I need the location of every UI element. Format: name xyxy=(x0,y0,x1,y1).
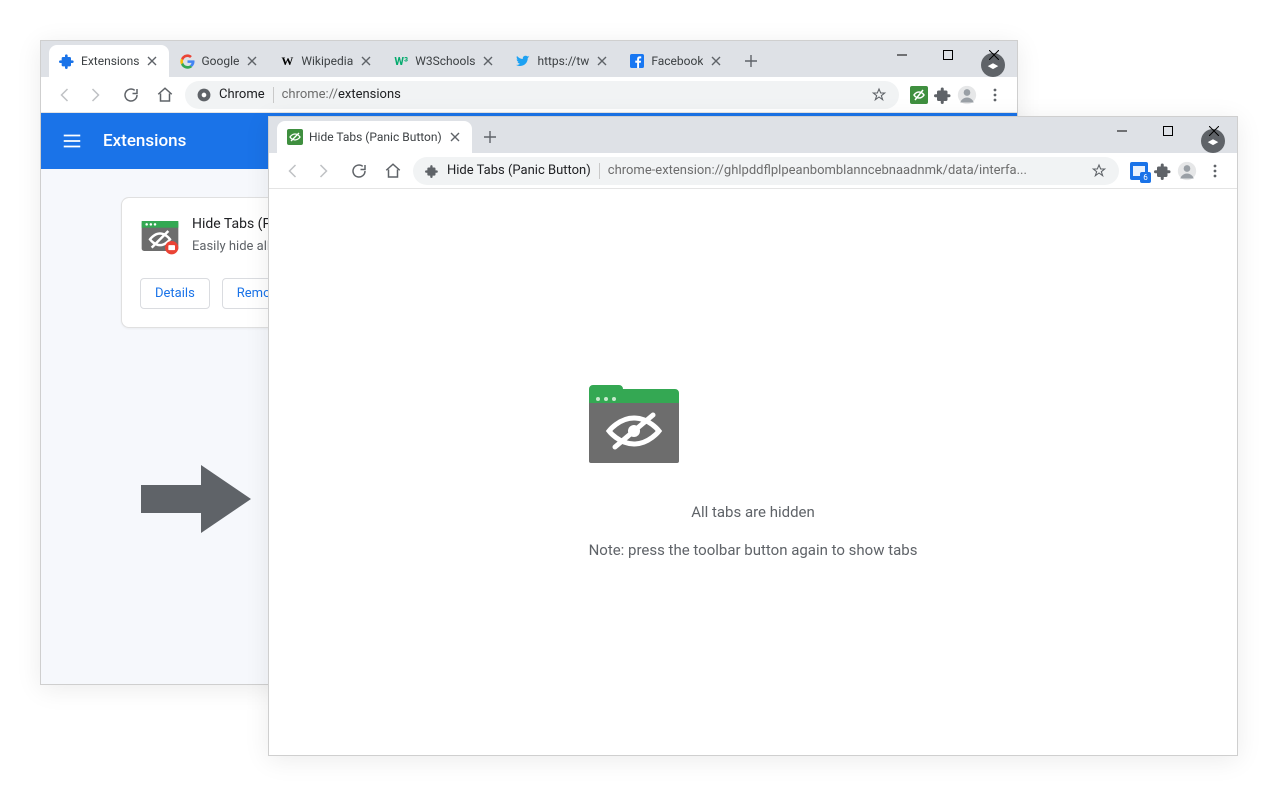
details-button[interactable]: Details xyxy=(140,278,210,309)
profile-avatar-icon[interactable] xyxy=(1177,161,1197,181)
tab-close-icon[interactable] xyxy=(595,54,609,68)
forward-button[interactable] xyxy=(311,157,339,185)
page-title: Extensions xyxy=(103,131,186,151)
arrow-right-icon xyxy=(141,459,251,539)
puzzle-icon xyxy=(59,53,75,69)
back-button[interactable] xyxy=(277,157,305,185)
separator xyxy=(599,163,600,179)
tab-close-icon[interactable] xyxy=(481,54,495,68)
toolbar: Chrome chrome://extensions xyxy=(41,77,1017,113)
address-url: chrome-extension://ghlpddflplpeanbomblan… xyxy=(608,163,1027,178)
reload-button[interactable] xyxy=(117,81,145,109)
extensions-puzzle-icon[interactable] xyxy=(933,85,953,105)
hide-tabs-extension-icon[interactable] xyxy=(1129,161,1149,181)
toolbar: Hide Tabs (Panic Button) chrome-extensio… xyxy=(269,153,1237,189)
tab-facebook[interactable]: Facebook xyxy=(619,45,733,77)
chrome-icon xyxy=(197,88,211,102)
twitter-icon xyxy=(515,53,531,69)
maximize-button[interactable] xyxy=(1145,117,1191,145)
hide-tabs-extension-icon[interactable] xyxy=(909,85,929,105)
menu-button[interactable] xyxy=(1201,157,1229,185)
minimize-button[interactable] xyxy=(1099,117,1145,145)
tab-title: Wikipedia xyxy=(301,54,353,68)
separator xyxy=(273,87,274,103)
tab-google[interactable]: Google xyxy=(169,45,269,77)
extension-card-icon xyxy=(140,216,176,252)
toolbar-extensions xyxy=(1129,157,1229,185)
profile-avatar-icon[interactable] xyxy=(957,85,977,105)
reload-button[interactable] xyxy=(345,157,373,185)
tabstrip: Extensions Google W Wikipedia W³ W3Schoo… xyxy=(49,41,973,77)
tab-title: Facebook xyxy=(651,54,703,68)
maximize-button[interactable] xyxy=(925,41,971,69)
close-button[interactable] xyxy=(1191,117,1237,145)
tab-extensions[interactable]: Extensions xyxy=(49,45,169,77)
google-icon xyxy=(179,53,195,69)
titlebar: Hide Tabs (Panic Button) xyxy=(269,117,1237,153)
extension-puzzle-icon xyxy=(425,164,439,178)
tab-close-icon[interactable] xyxy=(145,54,159,68)
menu-button[interactable] xyxy=(981,81,1009,109)
home-button[interactable] xyxy=(151,81,179,109)
forward-button[interactable] xyxy=(83,81,111,109)
bookmark-star-icon[interactable] xyxy=(1091,163,1107,179)
hide-tabs-large-icon xyxy=(589,385,918,463)
minimize-button[interactable] xyxy=(879,41,925,69)
tab-close-icon[interactable] xyxy=(448,130,462,144)
window-controls xyxy=(879,41,1017,69)
facebook-icon xyxy=(629,53,645,69)
toolbar-extensions xyxy=(909,81,1009,109)
browser-window-hide-tabs: Hide Tabs (Panic Button) Hide Tabs (Pani… xyxy=(268,116,1238,756)
bookmark-star-icon[interactable] xyxy=(871,87,887,103)
window-controls xyxy=(1099,117,1237,145)
new-tab-button[interactable] xyxy=(476,123,504,151)
back-button[interactable] xyxy=(49,81,77,109)
tab-title: Google xyxy=(201,54,239,68)
tab-title: https://tw xyxy=(537,54,589,68)
new-tab-button[interactable] xyxy=(737,47,765,75)
message-primary: All tabs are hidden xyxy=(589,503,918,521)
tabstrip: Hide Tabs (Panic Button) xyxy=(277,117,1193,153)
tab-wikipedia[interactable]: W Wikipedia xyxy=(269,45,383,77)
address-prefix: Hide Tabs (Panic Button) xyxy=(447,163,591,178)
tab-twitter[interactable]: https://tw xyxy=(505,45,619,77)
tab-title: Extensions xyxy=(81,54,139,68)
address-prefix: Chrome xyxy=(219,87,265,102)
message-secondary: Note: press the toolbar button again to … xyxy=(589,541,918,559)
tab-hide-tabs[interactable]: Hide Tabs (Panic Button) xyxy=(277,121,472,153)
tab-title: Hide Tabs (Panic Button) xyxy=(309,130,442,144)
tab-close-icon[interactable] xyxy=(709,54,723,68)
w3-icon: W³ xyxy=(393,53,409,69)
tab-close-icon[interactable] xyxy=(245,54,259,68)
address-bar[interactable]: Hide Tabs (Panic Button) chrome-extensio… xyxy=(413,157,1119,185)
extensions-puzzle-icon[interactable] xyxy=(1153,161,1173,181)
tab-title: W3Schools xyxy=(415,54,475,68)
titlebar: Extensions Google W Wikipedia W³ W3Schoo… xyxy=(41,41,1017,77)
address-url: chrome://extensions xyxy=(282,87,401,102)
close-button[interactable] xyxy=(971,41,1017,69)
address-bar[interactable]: Chrome chrome://extensions xyxy=(185,81,899,109)
page-content: All tabs are hidden Note: press the tool… xyxy=(269,189,1237,755)
home-button[interactable] xyxy=(379,157,407,185)
tab-w3schools[interactable]: W³ W3Schools xyxy=(383,45,505,77)
hamburger-icon[interactable] xyxy=(61,130,83,152)
hide-tabs-icon xyxy=(287,129,303,145)
wikipedia-icon: W xyxy=(279,53,295,69)
tab-close-icon[interactable] xyxy=(359,54,373,68)
